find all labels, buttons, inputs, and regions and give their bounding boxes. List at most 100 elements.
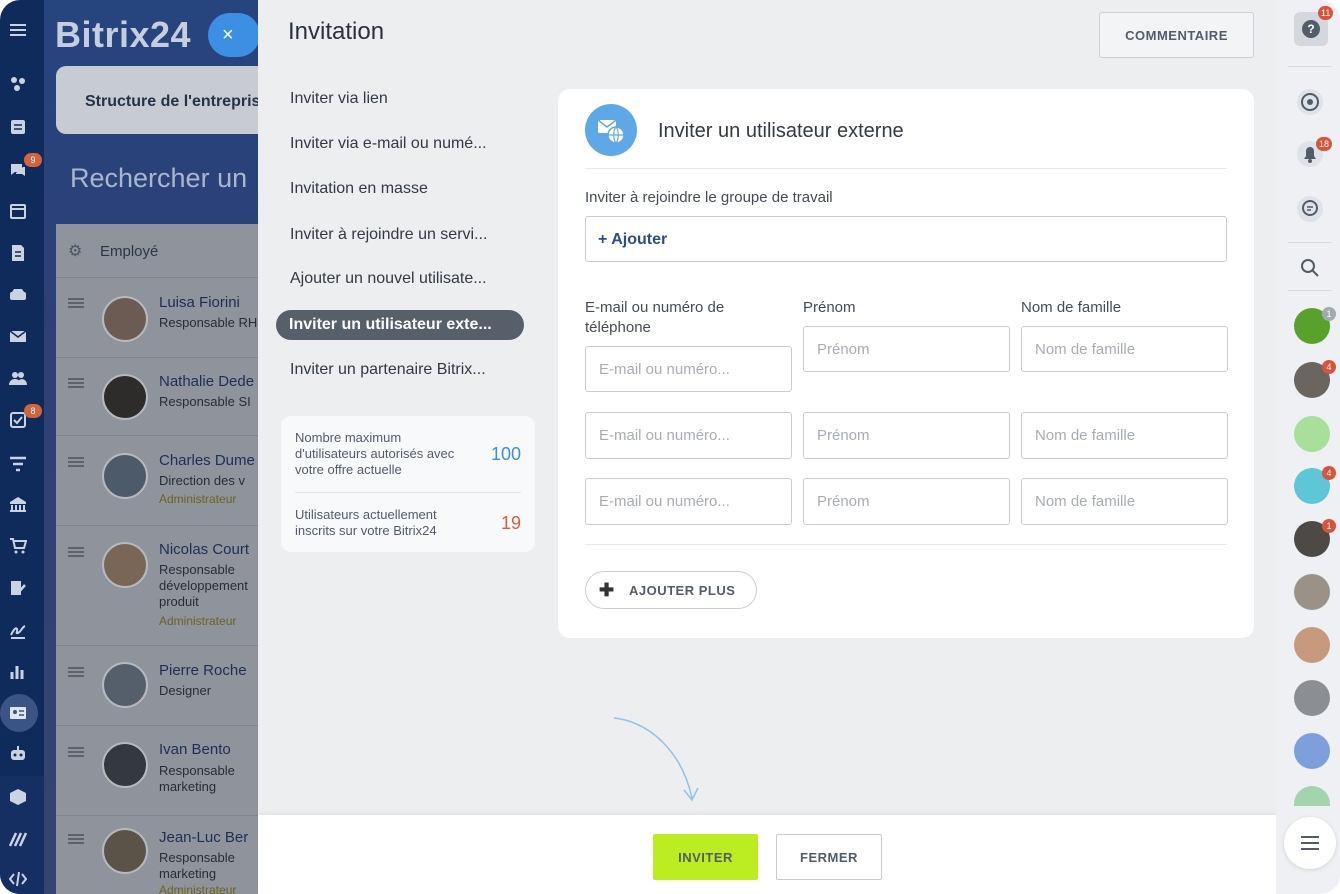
user-chat-avatar[interactable] [1294, 574, 1330, 610]
avatar-badge: 1 [1322, 519, 1336, 533]
menu-invite-email[interactable]: Inviter via e-mail ou numé... [290, 135, 487, 153]
divider [1288, 290, 1332, 291]
drag-handle-icon[interactable] [68, 747, 84, 757]
documents-icon[interactable] [8, 243, 28, 263]
analytics-icon[interactable] [8, 662, 28, 682]
add-more-button[interactable]: ✚ AJOUTER PLUS [585, 571, 757, 609]
employee-position: Direction des v [159, 473, 245, 488]
admin-badge: Administrateur [159, 883, 237, 894]
group-chat-avatar[interactable] [1294, 733, 1330, 769]
menu-invite-department[interactable]: Inviter à rejoindre un servi... [290, 226, 487, 244]
signature-icon[interactable] [8, 620, 28, 640]
notes-chat-avatar[interactable] [1294, 416, 1330, 452]
table-row[interactable]: Luisa Fiorini Responsable RH [56, 278, 266, 358]
feed-icon[interactable] [8, 74, 28, 94]
drag-handle-icon[interactable] [68, 667, 84, 677]
employee-position: Responsable marketing [159, 850, 235, 881]
employee-position: Responsable développement produit [159, 562, 248, 609]
help-badge: 11 [1318, 6, 1334, 20]
shop-icon[interactable] [8, 536, 28, 556]
employee-name[interactable]: Nathalie Dede [159, 373, 254, 390]
divider [1288, 66, 1332, 67]
employee-name[interactable]: Jean-Luc Ber [159, 829, 248, 846]
team-icon[interactable] [8, 368, 28, 388]
lastname-field[interactable]: Nom de famille [1021, 478, 1228, 525]
employee-name[interactable]: Luisa Fiorini [159, 294, 240, 311]
slider-footer: INVITER FERMER [258, 815, 1276, 894]
avatar [102, 296, 148, 342]
user-chat-avatar[interactable] [1294, 627, 1330, 663]
current-users-label: Utilisateurs actuellement inscrits sur v… [295, 507, 437, 538]
menu-add-new-user[interactable]: Ajouter un nouvel utilisate... [290, 270, 487, 288]
user-limits-panel: Nombre maximum d'utilisateurs autorisés … [281, 416, 535, 552]
user-chat-avatar[interactable] [1294, 680, 1330, 716]
robot-icon[interactable] [8, 743, 28, 763]
close-button[interactable]: FERMER [776, 834, 882, 880]
tasks-list-icon[interactable] [8, 117, 28, 137]
menu-icon[interactable] [8, 20, 28, 40]
table-row[interactable]: Charles Dume Direction des v Administrat… [56, 436, 266, 526]
firstname-field[interactable]: Prénom [803, 412, 1010, 459]
employee-name[interactable]: Nicolas Court [159, 541, 249, 558]
messenger-list-button[interactable] [1284, 817, 1336, 869]
table-row[interactable]: Pierre Roche Designer [56, 646, 266, 726]
table-row[interactable]: Ivan Bento Responsable marketing [56, 726, 266, 816]
email-field[interactable]: E-mail ou numéro... [585, 412, 792, 459]
timeman-icon[interactable] [1294, 86, 1326, 118]
drag-handle-icon[interactable] [68, 547, 84, 557]
admin-badge: Administrateur [159, 492, 237, 506]
employee-name[interactable]: Pierre Roche [159, 662, 247, 679]
employee-name[interactable]: Charles Dume [159, 452, 255, 469]
avatar [102, 742, 148, 788]
lastname-field[interactable]: Nom de famille [1021, 326, 1228, 372]
drive-icon[interactable] [8, 285, 28, 305]
table-row[interactable]: Nathalie Dede Responsable SI [56, 358, 266, 436]
email-field[interactable]: E-mail ou numéro... [585, 346, 792, 392]
menu-invite-partner[interactable]: Inviter un partenaire Bitrix... [290, 361, 486, 379]
menu-mass-invite[interactable]: Invitation en masse [290, 180, 428, 198]
drag-handle-icon[interactable] [68, 834, 84, 844]
employee-list-header: ⚙ Employé [56, 224, 266, 278]
table-row[interactable]: Jean-Luc Ber Responsable marketing Admin… [56, 816, 266, 894]
close-slider-button[interactable]: × [208, 13, 260, 57]
code-icon[interactable] [8, 869, 28, 889]
gear-icon[interactable]: ⚙ [68, 241, 82, 261]
drag-handle-icon[interactable] [68, 298, 84, 308]
box-icon[interactable] [8, 787, 28, 807]
structure-button[interactable]: Structure de l'entreprise [56, 66, 276, 134]
menu-invite-link[interactable]: Inviter via lien [290, 90, 388, 108]
employee-position: Responsable marketing [159, 763, 235, 794]
employees-icon[interactable] [8, 703, 28, 723]
drag-handle-icon[interactable] [68, 378, 84, 388]
current-users-value: 19 [500, 513, 521, 533]
comment-button[interactable]: COMMENTAIRE [1099, 12, 1254, 58]
max-users-label: Nombre maximum d'utilisateurs autorisés … [295, 430, 455, 477]
mail-icon[interactable] [8, 326, 28, 346]
max-users-value: 100 [490, 444, 521, 464]
firstname-field[interactable]: Prénom [803, 326, 1010, 372]
add-group-link[interactable]: + Ajouter [598, 231, 667, 248]
external-invite-form: Inviter un utilisateur externe Inviter à… [558, 89, 1254, 638]
admin-badge: Administrateur [159, 614, 237, 628]
column-header-employee: Employé [100, 243, 159, 260]
invite-button[interactable]: INVITER [653, 834, 758, 880]
tasks-badge: 8 [24, 404, 42, 418]
avatar-badge: 1 [1322, 307, 1336, 321]
filter-icon[interactable] [8, 454, 28, 474]
chat-search-icon[interactable] [1294, 193, 1326, 225]
drag-handle-icon[interactable] [68, 457, 84, 467]
marketplace-icon[interactable] [8, 829, 28, 849]
menu-invite-external-user[interactable]: Inviter un utilisateur exte... [276, 310, 524, 340]
calendar-icon[interactable] [8, 201, 28, 221]
sign-icon[interactable] [8, 578, 28, 598]
lastname-field[interactable]: Nom de famille [1021, 412, 1228, 459]
firstname-field[interactable]: Prénom [803, 478, 1010, 525]
search-icon[interactable] [1294, 252, 1326, 284]
add-group-field[interactable]: + Ajouter [585, 216, 1227, 262]
user-chat-avatar[interactable] [1294, 786, 1330, 806]
table-row[interactable]: Nicolas Court Responsable développement … [56, 526, 266, 646]
company-icon[interactable] [8, 494, 28, 514]
avatar [102, 453, 148, 499]
email-field[interactable]: E-mail ou numéro... [585, 478, 792, 525]
employee-name[interactable]: Ivan Bento [159, 741, 231, 758]
